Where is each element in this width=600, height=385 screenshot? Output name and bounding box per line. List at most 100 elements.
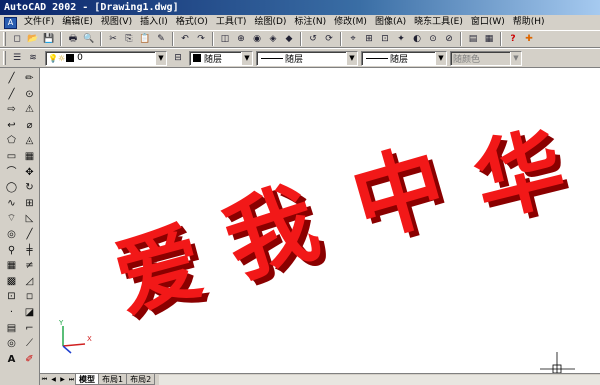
rotate-icon[interactable]: ↻ xyxy=(23,181,37,195)
line-icon[interactable]: ╱ xyxy=(5,72,19,86)
make-layer-current-icon[interactable]: ≋ xyxy=(26,51,40,65)
scale-icon[interactable]: ⊞ xyxy=(23,197,37,211)
layer-previous-icon[interactable]: ⊟ xyxy=(171,51,185,65)
move-icon[interactable]: ✥ xyxy=(23,166,37,180)
spline-icon[interactable]: ∿ xyxy=(5,197,19,211)
print-icon[interactable]: 🖶 xyxy=(66,32,80,46)
dot-icon[interactable]: · xyxy=(5,306,19,320)
lengthen-icon[interactable]: ╱ xyxy=(23,228,37,242)
horizontal-scrollbar[interactable] xyxy=(159,374,600,385)
zoom-realtime-icon[interactable]: ◐ xyxy=(410,32,424,46)
menu-view[interactable]: 视图(V) xyxy=(97,15,136,30)
paste-icon[interactable]: 📋 xyxy=(138,32,152,46)
linetype-dropdown[interactable]: 随层 ▼ xyxy=(256,50,358,66)
chevron-down-icon[interactable]: ▼ xyxy=(435,51,446,65)
browser-icon[interactable]: ⊕ xyxy=(234,32,248,46)
insert-block-icon[interactable]: ⚲ xyxy=(5,244,19,258)
toolbar-grip[interactable] xyxy=(3,32,6,46)
rectangle-icon[interactable]: ▭ xyxy=(5,150,19,164)
array-grid-icon[interactable]: ▦ xyxy=(23,150,37,164)
ucs-icon[interactable]: ↺ xyxy=(306,32,320,46)
menu-image[interactable]: 图像(A) xyxy=(371,15,410,30)
shade-icon[interactable]: ◈ xyxy=(266,32,280,46)
multiline-icon[interactable]: ⇨ xyxy=(5,103,19,117)
menu-format[interactable]: 格式(O) xyxy=(172,15,212,30)
properties-icon[interactable]: ▤ xyxy=(466,32,480,46)
point-icon[interactable]: ▩ xyxy=(5,275,19,289)
stretch-icon[interactable]: ◺ xyxy=(23,212,37,226)
previous-tab-icon[interactable]: ◀ xyxy=(49,375,58,385)
polygon-icon[interactable]: ⬠ xyxy=(5,134,19,148)
table-icon[interactable]: ◎ xyxy=(5,337,19,351)
help-icon[interactable]: ? xyxy=(506,32,520,46)
zoom-window-icon[interactable]: ⊡ xyxy=(378,32,392,46)
menu-window[interactable]: 窗口(W) xyxy=(467,15,509,30)
toolbar-grip[interactable] xyxy=(3,51,6,65)
tab-layout2[interactable]: 布局2 xyxy=(126,374,156,385)
copy-object-icon[interactable]: ⊙ xyxy=(23,88,37,102)
chamfer-icon[interactable]: ◪ xyxy=(23,306,37,320)
menu-tools[interactable]: 工具(T) xyxy=(212,15,251,30)
hatch-icon[interactable]: ⊡ xyxy=(5,290,19,304)
chevron-down-icon[interactable]: ▼ xyxy=(346,51,357,65)
layers-icon[interactable]: ☰ xyxy=(10,51,24,65)
edit-icon[interactable]: ✐ xyxy=(23,353,37,367)
grid-icon[interactable]: ⊞ xyxy=(362,32,376,46)
orbit-icon[interactable]: ⟳ xyxy=(322,32,336,46)
circle-icon[interactable]: ◯ xyxy=(5,181,19,195)
material-icon[interactable]: ◆ xyxy=(282,32,296,46)
extend-icon[interactable]: ≠ xyxy=(23,259,37,273)
mirror-icon[interactable]: ⚠ xyxy=(23,103,37,117)
match-properties-icon[interactable]: ✎ xyxy=(154,32,168,46)
window-title-bar[interactable]: AutoCAD 2002 - [Drawing1.dwg] xyxy=(0,0,600,15)
redo-icon[interactable]: ↷ xyxy=(194,32,208,46)
erase-icon[interactable]: ✏ xyxy=(23,72,37,86)
menu-modify[interactable]: 修改(M) xyxy=(330,15,371,30)
design-center-icon[interactable]: ◫ xyxy=(218,32,232,46)
menu-insert[interactable]: 插入(I) xyxy=(136,15,172,30)
make-block-icon[interactable]: ▦ xyxy=(5,259,19,273)
print-preview-icon[interactable]: 🔍 xyxy=(82,32,96,46)
lineweight-dropdown[interactable]: 随层 ▼ xyxy=(361,50,447,66)
new-icon[interactable]: ◻ xyxy=(10,32,24,46)
region-icon[interactable]: ▤ xyxy=(5,322,19,336)
cut-icon[interactable]: ✂ xyxy=(106,32,120,46)
next-tab-icon[interactable]: ▶ xyxy=(58,375,67,385)
copy-icon[interactable]: ⎘ xyxy=(122,32,136,46)
save-icon[interactable]: 💾 xyxy=(42,32,56,46)
app-icon[interactable]: A xyxy=(4,16,17,29)
ellipse-icon[interactable]: ◎ xyxy=(5,228,19,242)
object-snap-icon[interactable]: ⌖ xyxy=(346,32,360,46)
arc-icon[interactable]: ⌒ xyxy=(5,166,19,180)
pan-icon[interactable]: ✦ xyxy=(394,32,408,46)
extra-tool-icon[interactable]: ✚ xyxy=(522,32,536,46)
trim-icon[interactable]: ╪ xyxy=(23,244,37,258)
explode-icon[interactable]: ⟋ xyxy=(23,337,37,351)
menu-help[interactable]: 帮助(H) xyxy=(509,15,549,30)
tab-layout1[interactable]: 布局1 xyxy=(98,374,128,385)
tab-model[interactable]: 模型 xyxy=(75,374,99,385)
render-icon[interactable]: ◉ xyxy=(250,32,264,46)
chevron-down-icon[interactable]: ▼ xyxy=(155,51,166,65)
menu-draw[interactable]: 绘图(D) xyxy=(250,15,290,30)
chevron-down-icon[interactable]: ▼ xyxy=(241,51,252,65)
menu-xiaodong-tools[interactable]: 晓东工具(E) xyxy=(410,15,467,30)
zoom-previous-icon[interactable]: ⊙ xyxy=(426,32,440,46)
open-icon[interactable]: 📂 xyxy=(26,32,40,46)
construction-line-icon[interactable]: ╱ xyxy=(5,88,19,102)
break-icon[interactable]: ◿ xyxy=(23,275,37,289)
array-icon[interactable]: ◬ xyxy=(23,134,37,148)
menu-file[interactable]: 文件(F) xyxy=(20,15,58,30)
undo-icon[interactable]: ↶ xyxy=(178,32,192,46)
menu-dimension[interactable]: 标注(N) xyxy=(290,15,330,30)
break-at-point-icon[interactable]: ◽ xyxy=(23,290,37,304)
color-dropdown[interactable]: 随层 ▼ xyxy=(189,50,253,66)
ellipse-arc-icon[interactable]: ⌔ xyxy=(5,212,19,226)
zoom-extents-icon[interactable]: ⊘ xyxy=(442,32,456,46)
menu-edit[interactable]: 编辑(E) xyxy=(58,15,97,30)
drawing-canvas[interactable]: 爱 爱 我 我 中 中 华 华 X Y xyxy=(40,68,600,373)
first-tab-icon[interactable]: ⏮ xyxy=(40,375,49,385)
polyline-icon[interactable]: ↩ xyxy=(5,119,19,133)
offset-icon[interactable]: ⌀ xyxy=(23,119,37,133)
multiline-text-icon[interactable]: A xyxy=(5,353,19,367)
